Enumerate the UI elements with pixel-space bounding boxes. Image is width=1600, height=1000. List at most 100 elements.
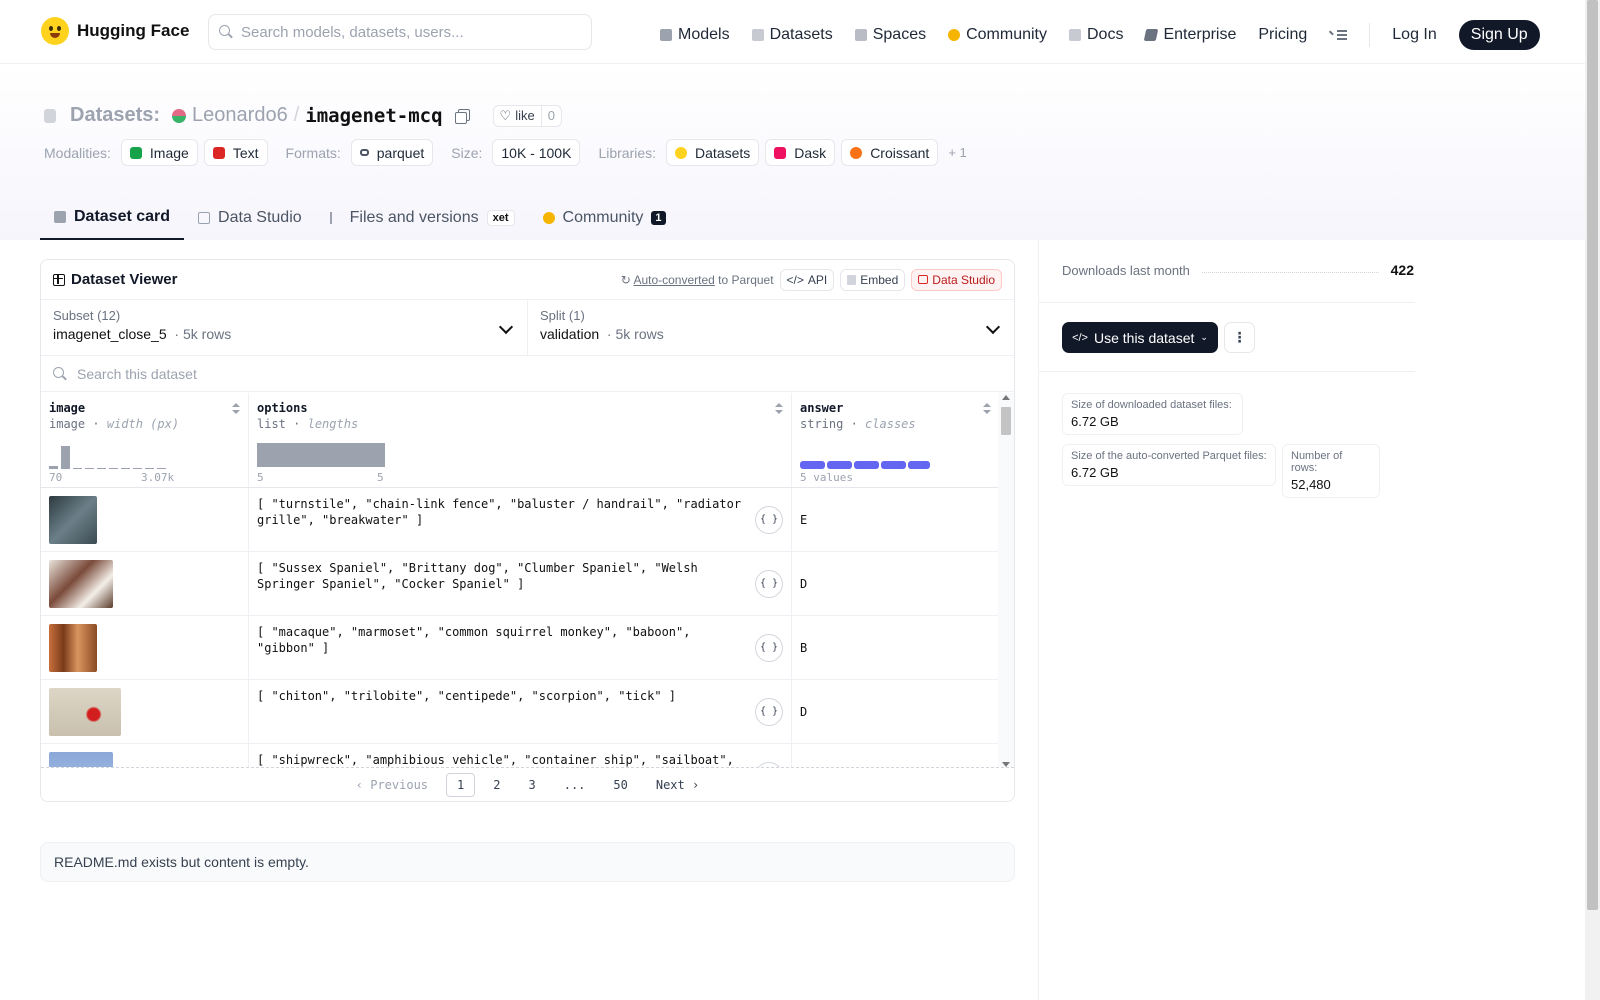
image-cell[interactable] [41, 744, 249, 769]
copy-icon[interactable] [454, 108, 470, 124]
page-scroll-thumb[interactable] [1587, 0, 1598, 910]
embed-button[interactable]: Embed [840, 268, 906, 291]
options-cell[interactable]: [ "chiton", "trilobite", "centipede", "s… [249, 680, 792, 743]
class-segment[interactable] [908, 461, 930, 469]
split-select[interactable]: Split (1) validation · 5k rows [527, 300, 1014, 355]
table-row[interactable]: [ "Sussex Spaniel", "Brittany dog", "Clu… [41, 552, 999, 616]
auto-converted-link[interactable]: Auto-converted [633, 273, 714, 287]
options-cell[interactable]: [ "Sussex Spaniel", "Brittany dog", "Clu… [249, 552, 792, 615]
grid-scrollbar[interactable] [998, 393, 1014, 769]
table-row[interactable]: [ "shipwreck", "amphibious vehicle", "co… [41, 744, 999, 769]
answer-cell[interactable]: E [792, 488, 999, 551]
owner-link[interactable]: Leonardo6 [192, 104, 288, 127]
column-header-options[interactable]: options list · lengths 5 5 [249, 393, 792, 487]
next-page-button[interactable]: Next › [646, 774, 709, 796]
answer-cell[interactable]: D [792, 552, 999, 615]
histogram-bar[interactable] [61, 446, 70, 469]
subset-select[interactable]: Subset (12) imagenet_close_5 · 5k rows [41, 300, 527, 355]
modality-image-chip[interactable]: Image [120, 139, 198, 166]
login-link[interactable]: Log In [1392, 26, 1436, 44]
nav-models[interactable]: Models [660, 26, 730, 44]
title-prefix[interactable]: Datasets: [70, 104, 160, 127]
tab-dataset-card[interactable]: Dataset card [40, 196, 185, 240]
histogram-bar[interactable] [121, 468, 130, 469]
image-thumbnail[interactable] [49, 688, 121, 736]
nav-community[interactable]: Community [948, 26, 1047, 44]
tab-community[interactable]: Community 1 [529, 196, 680, 240]
signup-button[interactable]: Sign Up [1458, 20, 1540, 50]
tab-files-and-versions[interactable]: Files and versions xet [316, 196, 529, 240]
library-dask-chip[interactable]: Dask [765, 139, 836, 166]
more-options-button[interactable]: ⋮ [1224, 322, 1255, 353]
previous-page-button[interactable]: ‹ Previous [346, 774, 438, 796]
histogram-bar[interactable] [109, 468, 118, 469]
more-libraries[interactable]: + 1 [948, 145, 966, 160]
brand[interactable]: Hugging Face [41, 17, 189, 45]
more-menu-icon[interactable] [1329, 29, 1348, 41]
nav-enterprise[interactable]: Enterprise [1144, 26, 1236, 44]
scroll-thumb[interactable] [1001, 407, 1011, 435]
image-cell[interactable] [41, 488, 249, 551]
library-datasets-chip[interactable]: Datasets [666, 139, 760, 166]
column-header-answer[interactable]: answer string · classes 5 values [792, 393, 999, 487]
table-row[interactable]: [ "turnstile", "chain-link fence", "balu… [41, 488, 999, 552]
options-cell[interactable]: [ "turnstile", "chain-link fence", "balu… [249, 488, 792, 551]
page-50-button[interactable]: 50 [603, 774, 637, 796]
sort-icon[interactable] [983, 403, 991, 415]
answer-cell[interactable]: D [792, 680, 999, 743]
histogram-bar[interactable] [145, 468, 154, 469]
image-thumbnail[interactable] [49, 560, 113, 608]
image-thumbnail[interactable] [49, 496, 97, 544]
answer-cell[interactable] [792, 744, 999, 769]
json-view-icon[interactable]: { } [755, 570, 783, 598]
nav-docs[interactable]: Docs [1069, 26, 1123, 44]
nav-spaces[interactable]: Spaces [854, 26, 926, 44]
page-1-button[interactable]: 1 [446, 772, 476, 797]
histogram-bar[interactable] [133, 468, 142, 469]
histogram-bar[interactable] [157, 468, 166, 469]
library-croissant-chip[interactable]: Croissant [841, 139, 939, 166]
class-segment[interactable] [854, 461, 879, 469]
json-view-icon[interactable]: { } [755, 698, 783, 726]
class-segment[interactable] [827, 461, 852, 469]
dataset-search-input[interactable] [77, 365, 477, 382]
data-studio-button[interactable]: Data Studio [911, 268, 1002, 291]
page-scrollbar[interactable] [1585, 0, 1600, 1000]
table-row[interactable]: [ "macaque", "marmoset", "common squirre… [41, 616, 999, 680]
owner-avatar[interactable] [172, 108, 187, 123]
histogram-bar[interactable] [73, 468, 82, 469]
class-segment[interactable] [800, 461, 825, 469]
answer-cell[interactable]: B [792, 616, 999, 679]
histogram-bar[interactable] [85, 468, 94, 469]
tab-data-studio[interactable]: Data Studio [184, 196, 316, 240]
histogram-bar[interactable] [97, 468, 106, 469]
sort-icon[interactable] [232, 403, 240, 415]
format-parquet-chip[interactable]: parquet [350, 139, 434, 166]
dataset-search[interactable] [41, 356, 1014, 392]
api-button[interactable]: </> API [779, 268, 835, 291]
modality-text-chip[interactable]: Text [203, 139, 268, 166]
page-3-button[interactable]: 3 [518, 774, 545, 796]
image-cell[interactable] [41, 616, 249, 679]
options-cell[interactable]: [ "shipwreck", "amphibious vehicle", "co… [249, 744, 792, 769]
image-thumbnail[interactable] [49, 624, 97, 672]
nav-datasets[interactable]: Datasets [751, 26, 833, 44]
histogram-bar[interactable] [49, 466, 58, 469]
page-2-button[interactable]: 2 [483, 774, 510, 796]
like-count[interactable]: 0 [542, 108, 561, 123]
json-view-icon[interactable]: { } [755, 634, 783, 662]
global-search[interactable] [208, 14, 592, 50]
global-search-input[interactable] [241, 23, 571, 41]
table-row[interactable]: [ "chiton", "trilobite", "centipede", "s… [41, 680, 999, 744]
class-segment[interactable] [881, 461, 906, 469]
image-cell[interactable] [41, 552, 249, 615]
column-header-image[interactable]: image image · width (px) 70 3.07k [41, 393, 249, 487]
like-toggle[interactable]: ♡ like [494, 105, 542, 126]
repo-name[interactable]: imagenet-mcq [305, 105, 442, 127]
json-view-icon[interactable]: { } [755, 506, 783, 534]
like-button[interactable]: ♡ like 0 [492, 104, 562, 127]
size-chip[interactable]: 10K - 100K [492, 139, 581, 166]
nav-pricing[interactable]: Pricing [1258, 26, 1307, 44]
use-this-dataset-button[interactable]: </> Use this dataset ⌄ [1062, 322, 1218, 353]
image-cell[interactable] [41, 680, 249, 743]
